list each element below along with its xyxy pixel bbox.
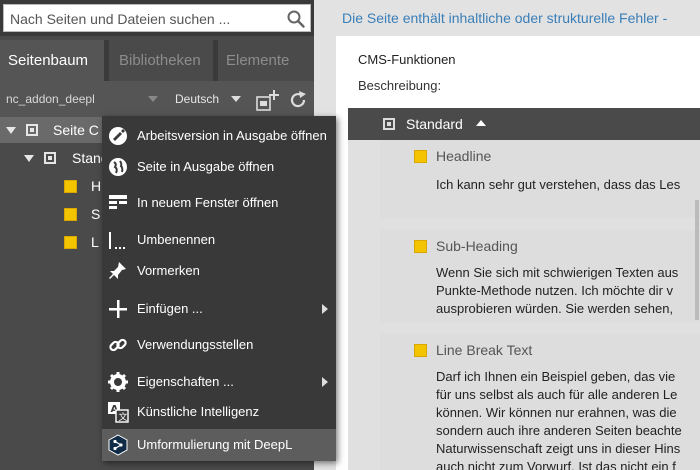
block-text: auch nicht zum Vorwurf. Ist das nicht ei… xyxy=(436,459,676,470)
pin-icon xyxy=(109,262,126,279)
new-window-icon xyxy=(109,195,127,209)
block-text: Punkte-Methode nutzen. Ich möchte dir v xyxy=(436,283,674,298)
panel-tabs: Seitenbaum Bibliotheken Elemente xyxy=(0,40,314,81)
refresh-icon[interactable] xyxy=(288,90,308,110)
element-icon xyxy=(64,180,77,193)
content-panel: Die Seite enthält inhaltliche oder struk… xyxy=(314,0,700,470)
search-bar: Nach Seiten und Dateien suchen ... xyxy=(0,0,314,36)
element-icon xyxy=(64,236,77,249)
slice-title: Standard xyxy=(406,116,463,132)
chevron-down-icon[interactable] xyxy=(148,96,158,102)
add-page-icon[interactable] xyxy=(256,89,280,111)
menu-item-label: Umbenennen xyxy=(137,232,216,247)
element-icon xyxy=(64,208,77,221)
tree-item-label: Seite C xyxy=(53,122,99,138)
tree-toolbar: nc_addon_deepl Deutsch xyxy=(0,81,314,117)
tab-elemente[interactable]: Elemente xyxy=(218,40,314,81)
search-icon[interactable] xyxy=(286,9,306,29)
block-text: Ich kann sehr gut verstehen, dass das Le… xyxy=(436,177,681,192)
menu-item-rename[interactable]: Umbenennen xyxy=(102,224,336,256)
rename-icon xyxy=(109,232,125,249)
tree-item-label: L xyxy=(91,234,99,250)
menu-item-label: Einfügen ... xyxy=(137,301,203,316)
translate-icon: A 文 xyxy=(108,402,129,423)
plus-icon xyxy=(109,300,127,318)
globe-icon xyxy=(109,158,127,176)
element-icon xyxy=(414,150,427,163)
menu-item-label: Seite in Ausgabe öffnen xyxy=(137,159,275,174)
search-input[interactable]: Nach Seiten und Dateien suchen ... xyxy=(3,4,311,32)
expand-arrow-icon[interactable] xyxy=(6,127,16,134)
context-menu: Arbeitsversion in Ausgabe öffnen Seite i… xyxy=(102,116,336,461)
cms-functions-title: CMS-Funktionen xyxy=(358,52,456,67)
deepl-icon xyxy=(108,434,128,456)
menu-item-label: Arbeitsversion in Ausgabe öffnen xyxy=(137,128,327,143)
slice-header[interactable]: Standard xyxy=(348,108,700,140)
scrollbar[interactable] xyxy=(695,200,699,320)
menu-item-bookmark[interactable]: Vormerken xyxy=(102,255,336,287)
expand-arrow-icon[interactable] xyxy=(24,155,34,162)
slice-icon xyxy=(383,118,395,130)
block-text: für uns selbst als auch für alle anderen… xyxy=(436,387,678,402)
block-text: Wenn Sie sich mit schwierigen Texten aus xyxy=(436,265,679,280)
menu-item-open-working-version[interactable]: Arbeitsversion in Ausgabe öffnen xyxy=(102,120,336,152)
chevron-right-icon xyxy=(322,377,328,387)
collapse-caret-icon[interactable] xyxy=(476,120,486,126)
page-icon xyxy=(26,124,38,136)
description-label: Beschreibung: xyxy=(358,78,442,93)
menu-item-label: Künstliche Intelligenz xyxy=(137,404,260,419)
cms-area: CMS-Funktionen Beschreibung: Standard He… xyxy=(348,0,700,470)
open-working-version-icon xyxy=(109,127,127,145)
svg-text:文: 文 xyxy=(119,411,128,423)
content-block[interactable]: Sub-Heading Wenn Sie sich mit schwierige… xyxy=(380,230,700,322)
block-title: Headline xyxy=(436,148,492,164)
menu-item-label: Verwendungsstellen xyxy=(137,337,254,352)
content-block[interactable]: Line Break Text Darf ich Ihnen ein Beisp… xyxy=(380,334,700,470)
block-text: können. Wir können nur erahnen, was die xyxy=(436,405,677,420)
tree-item-label: S xyxy=(91,206,101,222)
block-text: Darf ich Ihnen ein Beispiel geben, das v… xyxy=(436,369,676,384)
gear-icon xyxy=(108,372,128,392)
block-title: Line Break Text xyxy=(436,342,533,358)
menu-item-new-window[interactable]: In neuem Fenster öffnen xyxy=(102,187,336,219)
menu-item-label: Vormerken xyxy=(137,263,200,278)
menu-item-insert[interactable]: Einfügen ... xyxy=(102,293,336,325)
tree-item-label: H xyxy=(91,178,102,194)
tab-seitenbaum[interactable]: Seitenbaum xyxy=(0,40,104,81)
block-text: sondern auch ihre anderen Seiten beachte xyxy=(436,423,682,438)
language-select[interactable]: Deutsch xyxy=(175,92,219,106)
menu-item-open-page[interactable]: Seite in Ausgabe öffnen xyxy=(102,151,336,183)
menu-item-deepl-rephrase[interactable]: Umformulierung mit DeepL xyxy=(102,429,336,461)
tab-bibliotheken[interactable]: Bibliotheken xyxy=(109,40,213,81)
slice-icon xyxy=(44,152,56,164)
content-block[interactable]: Headline Ich kann sehr gut verstehen, da… xyxy=(380,140,700,218)
menu-item-usages[interactable]: Verwendungsstellen xyxy=(102,329,336,361)
block-text: ausprobieren würden. Sie werden sehen, xyxy=(436,301,674,316)
element-icon xyxy=(414,240,427,253)
search-placeholder: Nach Seiten und Dateien suchen ... xyxy=(10,11,231,27)
chevron-right-icon xyxy=(322,304,328,314)
menu-item-label: In neuem Fenster öffnen xyxy=(137,195,279,210)
block-text: Naturwissenschaft zeigt uns in dieser Hi… xyxy=(436,441,681,456)
menu-item-ai[interactable]: A 文 Künstliche Intelligenz xyxy=(102,396,336,428)
menu-item-label: Eigenschaften ... xyxy=(137,374,234,389)
project-select[interactable]: nc_addon_deepl xyxy=(6,92,95,106)
element-icon xyxy=(414,344,427,357)
chevron-down-icon[interactable] xyxy=(231,96,241,102)
slice-content: Headline Ich kann sehr gut verstehen, da… xyxy=(348,140,700,470)
link-icon xyxy=(109,338,127,352)
menu-item-label: Umformulierung mit DeepL xyxy=(137,437,293,452)
menu-item-properties[interactable]: Eigenschaften ... xyxy=(102,366,336,398)
block-title: Sub-Heading xyxy=(436,238,518,254)
